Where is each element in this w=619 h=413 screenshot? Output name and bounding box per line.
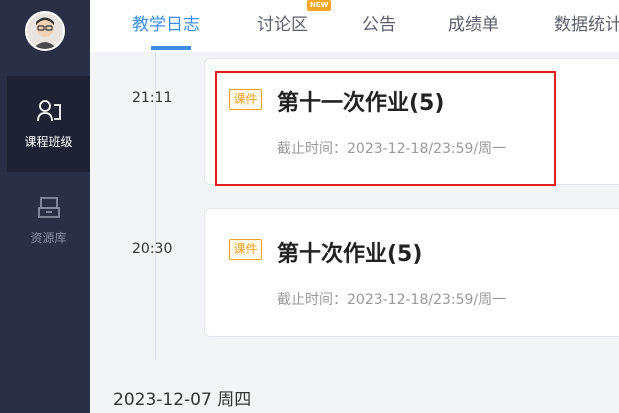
sidebar-item-course-class[interactable]: 课程班级 xyxy=(7,76,90,172)
deadline-text: 截止时间：2023-12-18/23:59/周一 xyxy=(277,141,507,157)
sidebar-item-label: 课程班级 xyxy=(24,134,73,149)
sidebar-item-label: 资源库 xyxy=(30,230,67,245)
assignment-title[interactable]: 第十一次作业(5) xyxy=(277,85,444,117)
date-header: 2023-12-07 周四 xyxy=(113,390,252,410)
courseware-tag: 课件 xyxy=(229,89,262,110)
tab-discussion[interactable]: 讨论区 xyxy=(257,10,308,35)
tab-announcement[interactable]: 公告 xyxy=(362,10,396,35)
sidebar-item-resource-library[interactable]: 资源库 xyxy=(7,172,90,268)
assignment-title[interactable]: 第十次作业(5) xyxy=(277,236,422,268)
tab-gradebook[interactable]: 成绩单 xyxy=(448,10,499,35)
active-tab-indicator xyxy=(151,46,191,50)
library-icon xyxy=(36,195,62,223)
assignment-card[interactable] xyxy=(204,208,619,337)
tab-teaching-log[interactable]: 教学日志 xyxy=(132,10,200,35)
tab-statistics[interactable]: 数据统计 xyxy=(554,10,619,35)
courseware-tag: 课件 xyxy=(229,239,262,260)
avatar-container xyxy=(0,0,90,62)
new-badge: NEW xyxy=(307,0,332,11)
entry-time: 20:30 xyxy=(132,241,173,257)
deadline-text: 截止时间：2023-12-18/23:59/周一 xyxy=(277,292,507,308)
class-icon xyxy=(36,99,62,127)
entry-time: 21:11 xyxy=(132,90,173,106)
sidebar: 课程班级 资源库 xyxy=(0,0,90,413)
avatar[interactable] xyxy=(25,11,65,51)
